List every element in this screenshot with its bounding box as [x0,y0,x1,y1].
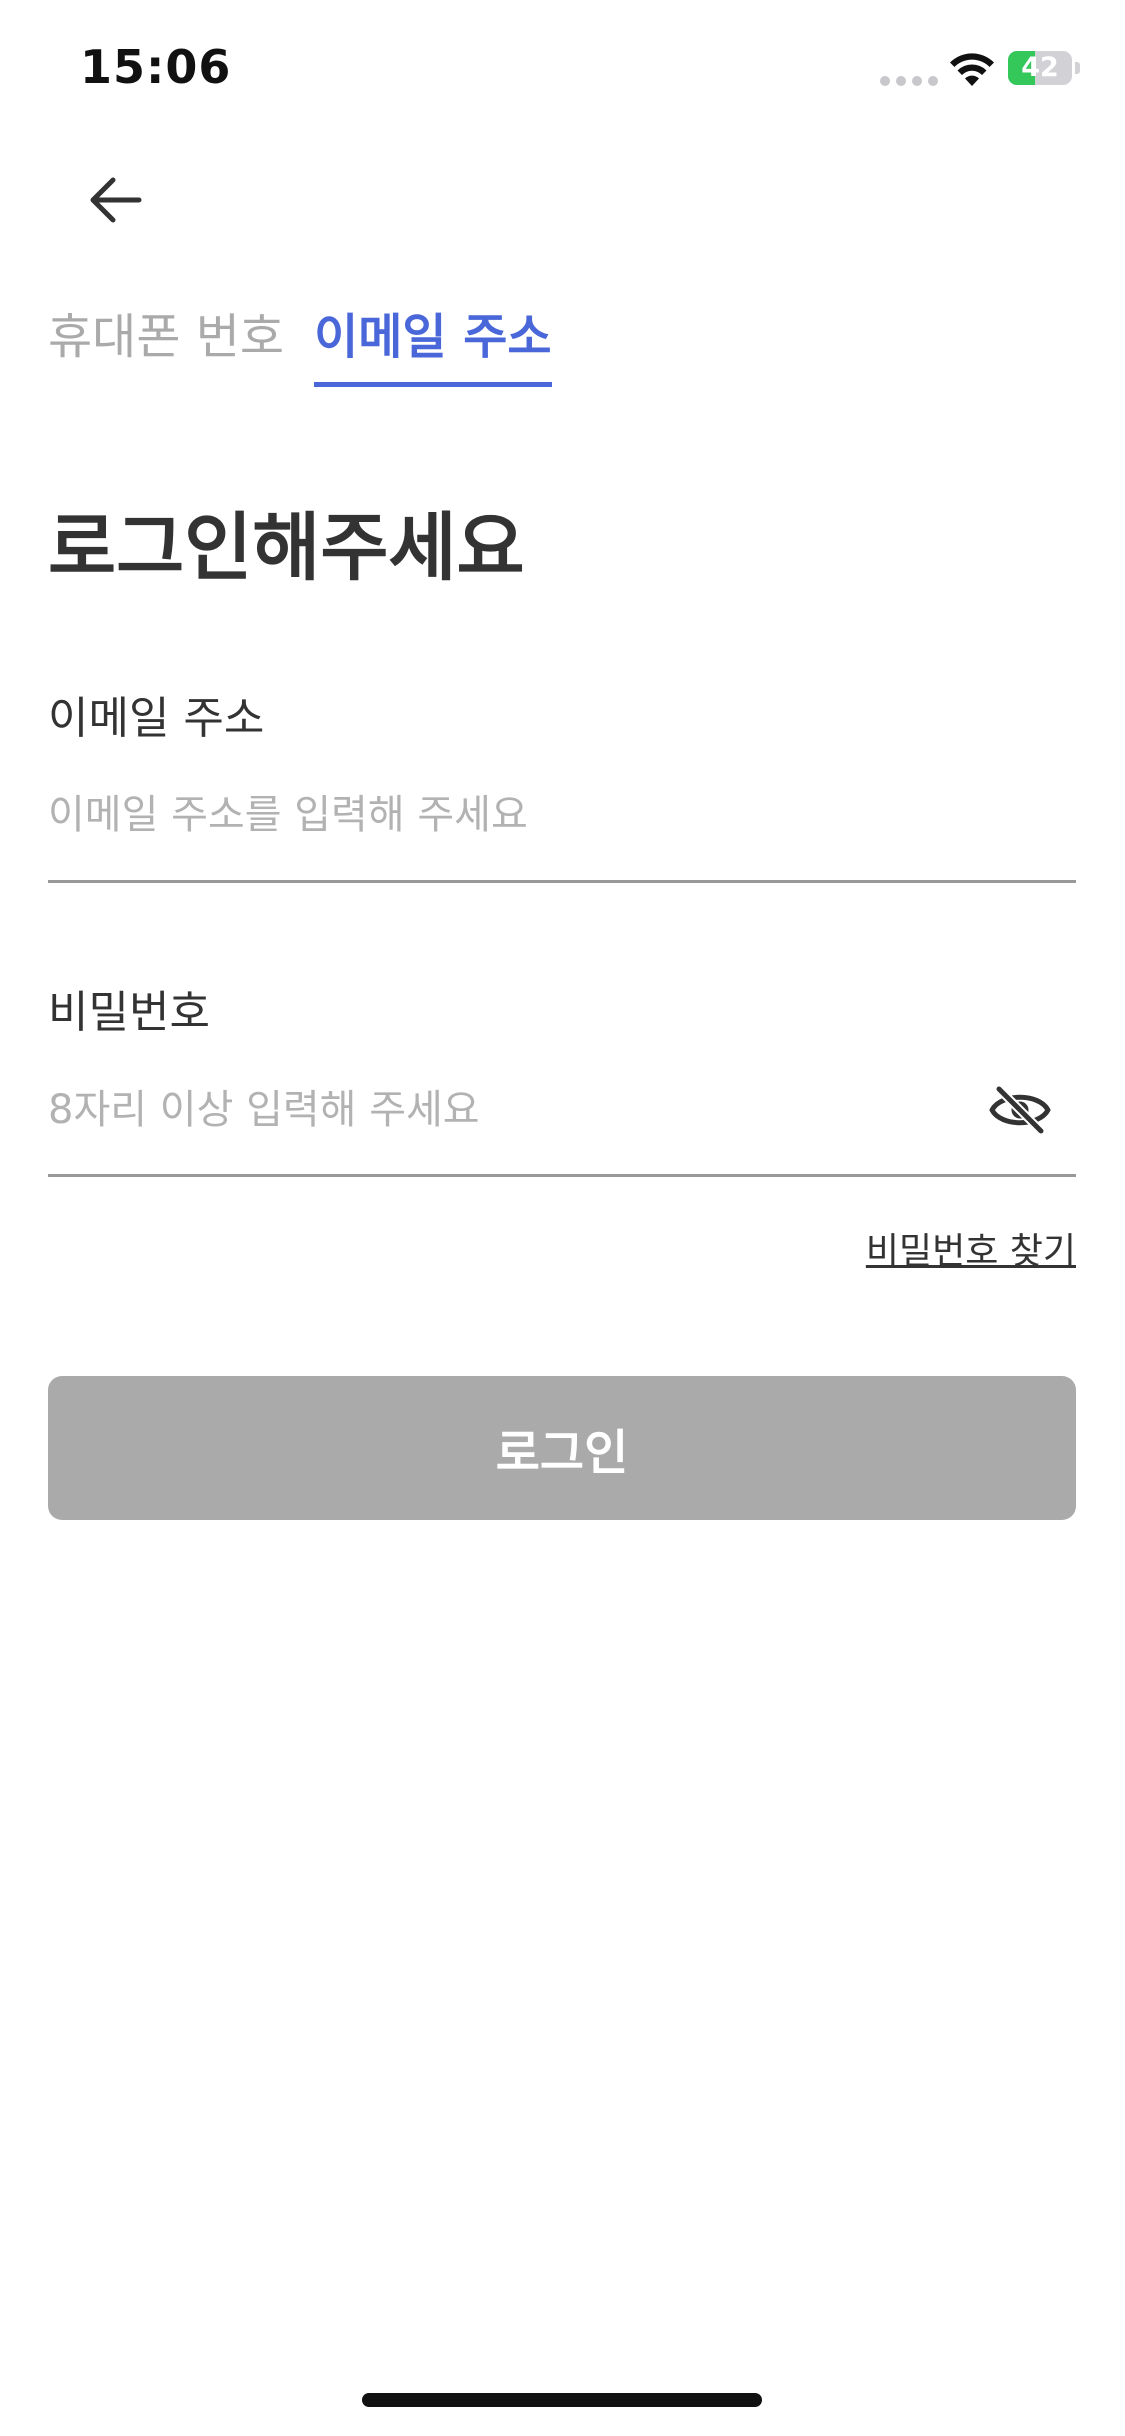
email-field-label: 이메일 주소 [48,693,265,744]
tab-email-address[interactable]: 이메일 주소 [314,300,552,387]
cellular-signal-icon [880,76,938,86]
battery-level: 42 [1021,52,1059,83]
arrow-left-icon [90,177,142,223]
password-field-label: 비밀번호 [48,987,210,1038]
password-field-underline [48,1174,1076,1177]
status-bar: 15:06 42 [0,0,1125,140]
back-button[interactable] [70,160,160,240]
login-method-tabs: 휴대폰 번호 이메일 주소 [48,300,552,387]
eye-off-icon [989,1085,1051,1135]
email-field-underline [48,880,1076,883]
home-indicator [362,2393,762,2407]
battery-cap [1075,62,1080,74]
password-input[interactable] [48,1075,968,1145]
find-password-link[interactable]: 비밀번호 찾기 [866,1222,1076,1274]
email-input[interactable] [48,780,1076,850]
page-title: 로그인해주세요 [48,505,525,591]
battery-icon: 42 [1008,51,1072,85]
status-time: 15:06 [80,40,232,94]
login-button[interactable]: 로그인 [48,1376,1076,1520]
tab-phone-number[interactable]: 휴대폰 번호 [48,300,284,382]
wifi-icon [950,53,994,86]
password-visibility-toggle[interactable] [980,1075,1060,1145]
